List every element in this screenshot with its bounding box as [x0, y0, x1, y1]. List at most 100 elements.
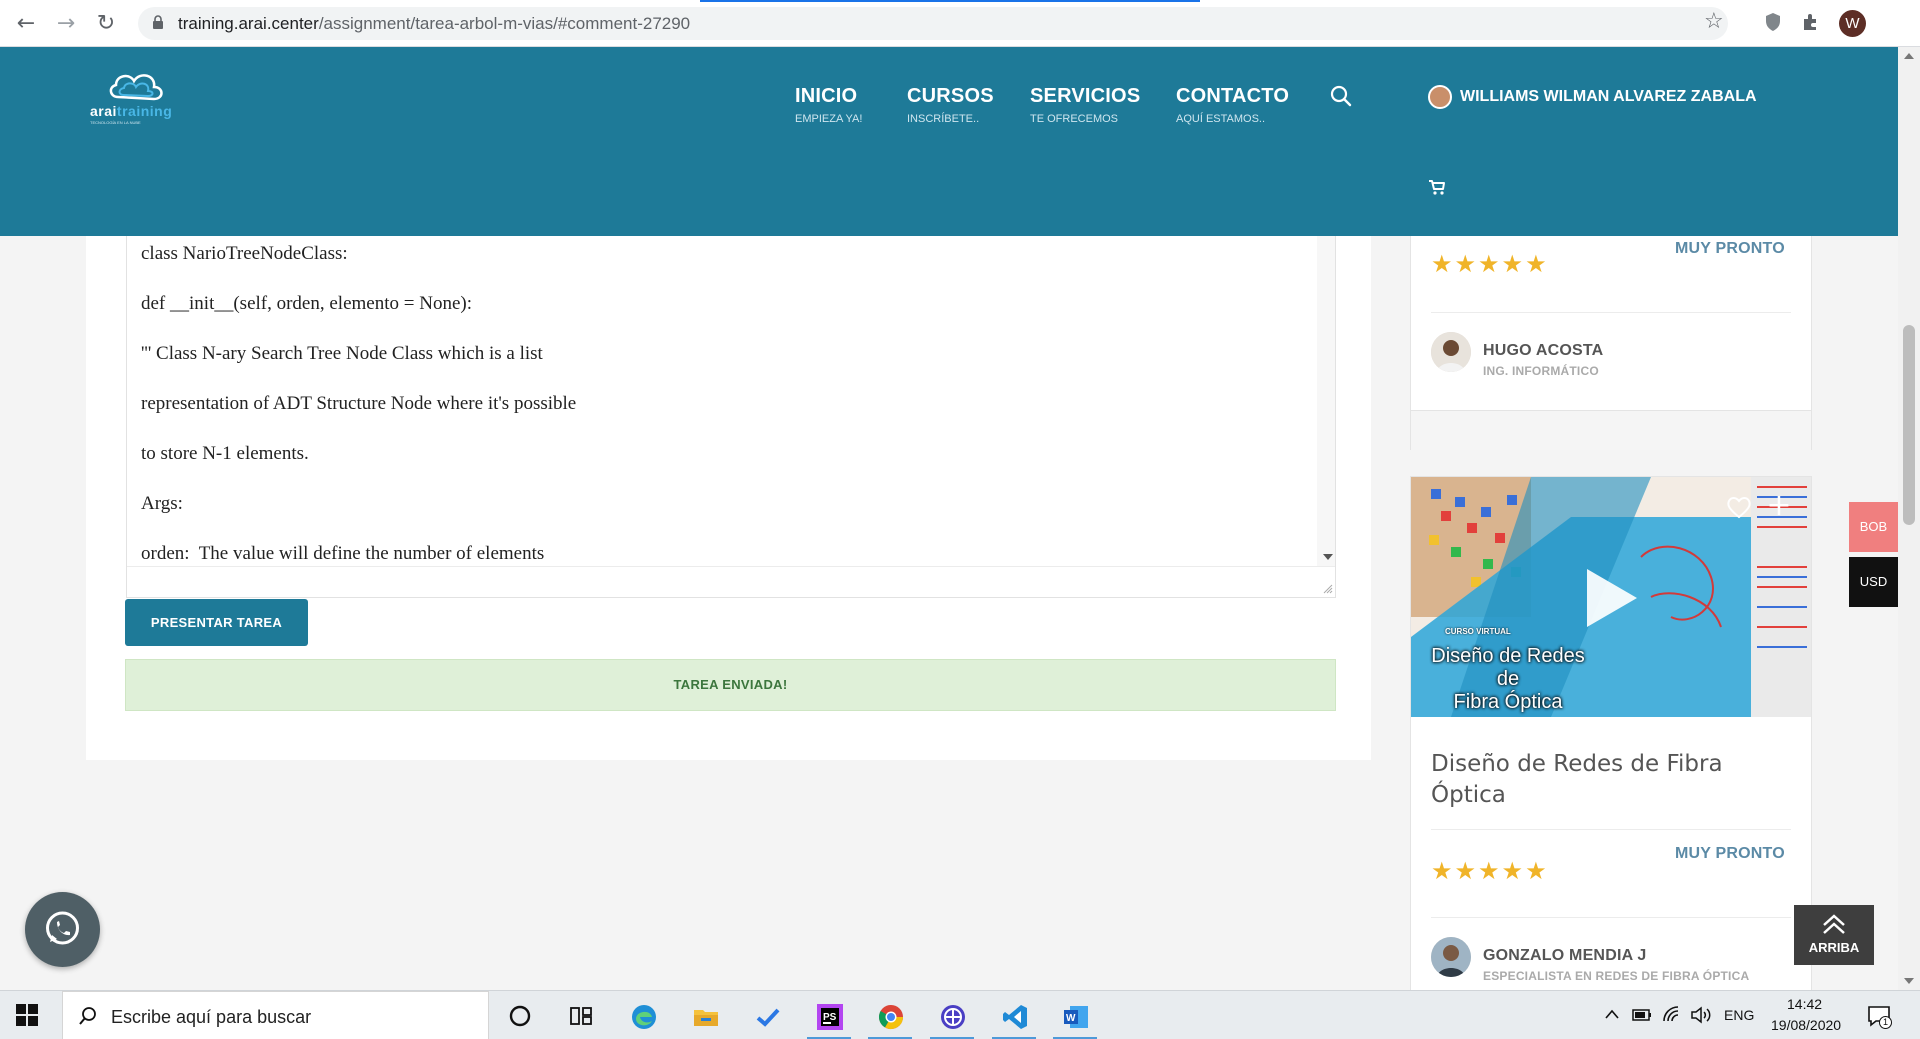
- taskbar-app-chrome[interactable]: [864, 995, 916, 1039]
- scroll-down-arrow-icon[interactable]: [1904, 978, 1914, 984]
- taskbar-search-box[interactable]: Escribe aquí para buscar: [62, 991, 489, 1039]
- wishlist-heart-icon[interactable]: [1725, 493, 1753, 521]
- task-view-icon: [570, 1007, 592, 1025]
- clock-time[interactable]: 14:42: [1787, 996, 1822, 1012]
- thumbnail-kicker: CURSO VIRTUAL: [1445, 627, 1511, 636]
- taskbar-app-network-tool[interactable]: [926, 995, 978, 1039]
- task-view-button[interactable]: [556, 995, 608, 1036]
- currency-usd-button[interactable]: USD: [1849, 557, 1898, 607]
- wifi-icon[interactable]: [1662, 1005, 1682, 1025]
- cortana-button[interactable]: [494, 995, 546, 1036]
- todo-check-icon: [756, 1008, 780, 1027]
- whatsapp-chat-button[interactable]: [25, 892, 100, 967]
- user-name: WILLIAMS WILMAN ALVAREZ ZABALA: [1460, 88, 1757, 105]
- assignment-card: class NarioTreeNodeClass: def __init__(s…: [86, 236, 1371, 760]
- taskbar-app-todo[interactable]: [741, 995, 793, 1036]
- resize-grip-icon[interactable]: [1321, 582, 1333, 594]
- menu-item-cursos[interactable]: CURSOS INSCRÍBETE..: [907, 85, 994, 125]
- scroll-thumb[interactable]: [1903, 325, 1915, 525]
- taskbar-app-edge[interactable]: [617, 995, 669, 1036]
- add-to-cart-plus-icon[interactable]: +: [1765, 491, 1793, 521]
- svg-text:W: W: [1066, 1013, 1076, 1024]
- lock-icon: [153, 15, 163, 29]
- teacher-avatar: [1431, 332, 1471, 372]
- menu-title: INICIO: [795, 85, 858, 107]
- bookmark-star-icon[interactable]: ☆: [1704, 9, 1724, 34]
- thumbnail-title-line: Diseño de Redes: [1431, 645, 1585, 667]
- answer-editor[interactable]: class NarioTreeNodeClass: def __init__(s…: [126, 236, 1336, 598]
- clock-date[interactable]: 19/08/2020: [1771, 1017, 1841, 1033]
- course-card: MUY PRONTO ★★★★★ HUGO ACOSTA ING. INFORM…: [1410, 236, 1812, 450]
- edge-icon: [632, 1005, 656, 1029]
- cart-icon[interactable]: [1428, 178, 1446, 196]
- language-indicator[interactable]: ENG: [1724, 1007, 1754, 1023]
- course-thumbnail[interactable]: + CURSO VIRTUAL Diseño de Redes de Fibra…: [1411, 477, 1811, 717]
- scroll-up-arrow-icon[interactable]: [1904, 53, 1914, 59]
- menu-subtitle: AQUÍ ESTAMOS..: [1176, 113, 1266, 125]
- show-hidden-icons-chevron-icon[interactable]: [1604, 1008, 1620, 1020]
- teacher-role: ESPECIALISTA EN REDES DE FIBRA ÓPTICA: [1483, 969, 1750, 983]
- editor-line: to store N-1 elements.: [141, 443, 309, 464]
- menu-subtitle: INSCRÍBETE..: [907, 113, 980, 125]
- taskbar-app-file-explorer[interactable]: [679, 995, 731, 1036]
- editor-line: Args:: [141, 493, 183, 514]
- reload-icon[interactable]: ↻: [92, 10, 120, 38]
- course-title[interactable]: Diseño de Redes de Fibra Óptica: [1431, 749, 1771, 811]
- taskbar-app-phpstorm[interactable]: PS: [803, 995, 855, 1039]
- play-video-icon[interactable]: [1581, 563, 1641, 633]
- card-divider: [1431, 829, 1791, 830]
- windows-start-icon[interactable]: [16, 1004, 38, 1026]
- volume-icon[interactable]: [1690, 1005, 1712, 1025]
- menu-item-inicio[interactable]: INICIO EMPIEZA YA!: [795, 85, 862, 125]
- course-status-badge: MUY PRONTO: [1675, 845, 1785, 862]
- back-to-top-button[interactable]: ARRIBA: [1794, 905, 1874, 965]
- editor-content[interactable]: class NarioTreeNodeClass: def __init__(s…: [127, 236, 1317, 566]
- url-host: training.arai.center: [178, 14, 319, 33]
- teacher-name[interactable]: HUGO ACOSTA: [1483, 342, 1603, 360]
- scroll-down-arrow-icon[interactable]: [1323, 554, 1333, 560]
- menu-item-contacto[interactable]: CONTACTO AQUÍ ESTAMOS..: [1176, 85, 1289, 125]
- user-avatar: [1428, 85, 1452, 109]
- windows-taskbar: Escribe aquí para buscar PS W ENG 14:42 …: [0, 990, 1920, 1039]
- teacher-name[interactable]: GONZALO MENDIA J: [1483, 947, 1647, 965]
- extensions-puzzle-icon[interactable]: [1800, 11, 1822, 33]
- profile-avatar[interactable]: W: [1839, 10, 1866, 37]
- back-icon[interactable]: ←: [12, 10, 40, 38]
- menu-subtitle: TE OFRECEMOS: [1030, 113, 1119, 125]
- thumbnail-title: Diseño de Redes de Fibra Óptica: [1423, 645, 1593, 714]
- thumbnail-title-line: Fibra Óptica: [1453, 691, 1563, 713]
- rating-stars: ★★★★★: [1431, 857, 1549, 885]
- site-header: araitraining TECNOLOGÍA EN LA NUBE INICI…: [0, 47, 1898, 236]
- page-scrollbar[interactable]: [1898, 47, 1920, 990]
- vscode-icon: [1003, 1005, 1027, 1029]
- action-center-button[interactable]: 1: [1866, 1003, 1892, 1029]
- menu-title: SERVICIOS: [1030, 85, 1141, 107]
- teacher-avatar: [1431, 937, 1471, 977]
- rating-stars: ★★★★★: [1431, 250, 1549, 278]
- double-chevron-up-icon: [1823, 914, 1845, 934]
- menu-item-servicios[interactable]: SERVICIOS TE OFRECEMOS: [1030, 85, 1140, 125]
- network-app-icon: [941, 1005, 965, 1029]
- tab-loading-bar: [700, 0, 1200, 2]
- editor-line: def __init__(self, orden, elemento = Non…: [141, 293, 472, 314]
- teacher-photo-icon: [1431, 937, 1471, 977]
- forward-icon[interactable]: →: [52, 10, 80, 38]
- folder-icon: [694, 1010, 718, 1026]
- address-bar[interactable]: training.arai.center/assignment/tarea-ar…: [138, 7, 1728, 40]
- word-icon: W: [1064, 1006, 1088, 1028]
- search-icon[interactable]: [1328, 83, 1354, 109]
- taskbar-app-vscode[interactable]: [988, 995, 1040, 1039]
- logo-text-main: arai: [90, 103, 117, 119]
- course-card[interactable]: + CURSO VIRTUAL Diseño de Redes de Fibra…: [1410, 476, 1812, 996]
- shield-extension-icon[interactable]: [1762, 11, 1784, 33]
- whatsapp-icon: [46, 911, 79, 945]
- battery-icon[interactable]: [1632, 1007, 1652, 1023]
- teacher-photo-icon: [1431, 332, 1471, 372]
- currency-bob-button[interactable]: BOB: [1849, 502, 1898, 552]
- submit-assignment-button[interactable]: PRESENTAR TAREA: [125, 599, 308, 646]
- taskbar-app-word[interactable]: W: [1049, 995, 1101, 1039]
- url-text[interactable]: training.arai.center/assignment/tarea-ar…: [178, 14, 690, 34]
- editor-scrollbar[interactable]: [1317, 236, 1335, 566]
- back-to-top-label: ARRIBA: [1808, 940, 1860, 955]
- success-alert: TAREA ENVIADA!: [125, 659, 1336, 711]
